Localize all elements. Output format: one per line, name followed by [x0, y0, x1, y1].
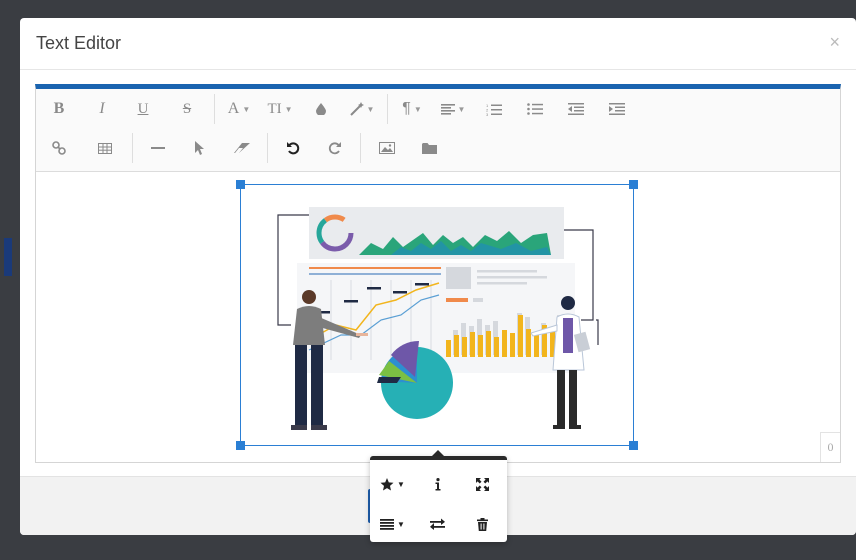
- insert-table-button[interactable]: [82, 132, 128, 164]
- table-icon: [98, 142, 112, 154]
- chevron-down-icon: ▼: [413, 104, 422, 114]
- text-color-button[interactable]: [301, 93, 341, 125]
- strikethrough-icon: S: [182, 100, 192, 117]
- align-button[interactable]: ▼: [432, 93, 474, 125]
- insert-image-button[interactable]: [365, 132, 409, 164]
- close-icon[interactable]: ×: [829, 32, 840, 53]
- ordered-list-icon: 123: [486, 103, 502, 116]
- cursor-icon: [195, 141, 204, 155]
- modal-header: Text Editor ×: [20, 18, 856, 70]
- star-icon: [380, 477, 394, 490]
- chevron-down-icon: ▼: [284, 104, 293, 114]
- horizontal-line-icon: [151, 147, 165, 149]
- link-icon: [52, 141, 66, 155]
- redo-button[interactable]: [314, 132, 356, 164]
- backdrop-fragment: [4, 238, 12, 276]
- chevron-down-icon: ▼: [457, 104, 466, 114]
- eraser-icon: [234, 142, 250, 153]
- toolbar-row-2: [36, 129, 449, 167]
- character-counter: 0: [820, 432, 840, 462]
- indent-icon: [609, 103, 625, 115]
- bold-icon: B: [53, 100, 65, 117]
- underline-icon: U: [137, 100, 149, 117]
- popover-row-1: ▼: [370, 464, 507, 504]
- font-icon: A: [227, 100, 240, 117]
- modal-title: Text Editor: [36, 33, 122, 53]
- folder-icon: [421, 142, 437, 154]
- bold-button[interactable]: B: [36, 93, 82, 125]
- font-family-button[interactable]: A ▼: [219, 93, 259, 125]
- chevron-down-icon: ▼: [397, 479, 405, 489]
- image-icon: [379, 142, 395, 154]
- italic-button[interactable]: I: [82, 93, 122, 125]
- magic-wand-icon: [349, 102, 364, 116]
- align-icon: [440, 103, 455, 115]
- resize-handle-bottom-left[interactable]: [236, 441, 245, 450]
- file-manager-button[interactable]: [409, 132, 449, 164]
- chevron-down-icon: ▼: [397, 519, 405, 529]
- resize-handle-top-right[interactable]: [629, 180, 638, 189]
- backdrop-fragment: [2, 300, 16, 328]
- unordered-list-button[interactable]: [514, 93, 556, 125]
- undo-button[interactable]: [272, 132, 314, 164]
- image-style-button[interactable]: ▼: [370, 467, 415, 501]
- undo-icon: [287, 142, 300, 155]
- underline-button[interactable]: U: [122, 93, 164, 125]
- paragraph-format-button[interactable]: ¶ ▼: [392, 93, 432, 125]
- editor-toolbar: B I U S A ▼ TI ▼ ▼ ¶ ▼ ▼ 123: [36, 89, 840, 172]
- swap-icon: [430, 518, 445, 530]
- resize-handle-top-left[interactable]: [236, 180, 245, 189]
- text-size-icon: TI: [267, 100, 282, 117]
- image-size-button[interactable]: [460, 467, 505, 501]
- droplet-icon: [316, 103, 326, 115]
- redo-icon: [328, 142, 341, 155]
- indent-button[interactable]: [596, 93, 638, 125]
- image-alt-button[interactable]: [415, 467, 460, 501]
- image-popover: ▼ ▼: [370, 456, 507, 542]
- insert-link-button[interactable]: [36, 132, 82, 164]
- pilcrow-icon: ¶: [402, 100, 411, 117]
- toolbar-divider: [267, 133, 268, 163]
- info-icon: [435, 477, 440, 490]
- analytics-illustration: [277, 207, 599, 430]
- horizontal-line-button[interactable]: [137, 132, 179, 164]
- trash-icon: [477, 517, 488, 531]
- paragraph-style-button[interactable]: ▼: [341, 93, 383, 125]
- outdent-button[interactable]: [556, 93, 596, 125]
- chevron-down-icon: ▼: [366, 104, 375, 114]
- toolbar-divider: [360, 133, 361, 163]
- expand-icon: [476, 477, 489, 491]
- image-replace-button[interactable]: [415, 507, 460, 541]
- svg-text:3: 3: [486, 112, 489, 116]
- toolbar-divider: [387, 94, 388, 124]
- align-justify-icon: [380, 518, 395, 530]
- toolbar-divider: [132, 133, 133, 163]
- image-remove-button[interactable]: [460, 507, 505, 541]
- italic-icon: I: [99, 100, 105, 117]
- clear-formatting-button[interactable]: [221, 132, 263, 164]
- font-size-button[interactable]: TI ▼: [259, 93, 301, 125]
- toolbar-row-1: B I U S A ▼ TI ▼ ▼ ¶ ▼ ▼ 123: [36, 90, 638, 128]
- select-all-button[interactable]: [179, 132, 221, 164]
- outdent-icon: [568, 103, 584, 115]
- unordered-list-icon: [527, 103, 543, 115]
- ordered-list-button[interactable]: 123: [474, 93, 514, 125]
- resize-handle-bottom-right[interactable]: [629, 441, 638, 450]
- toolbar-divider: [214, 94, 215, 124]
- strikethrough-button[interactable]: S: [164, 93, 210, 125]
- image-align-button[interactable]: ▼: [370, 507, 415, 541]
- selected-image[interactable]: [236, 180, 638, 450]
- chevron-down-icon: ▼: [242, 104, 251, 114]
- popover-row-2: ▼: [370, 504, 507, 544]
